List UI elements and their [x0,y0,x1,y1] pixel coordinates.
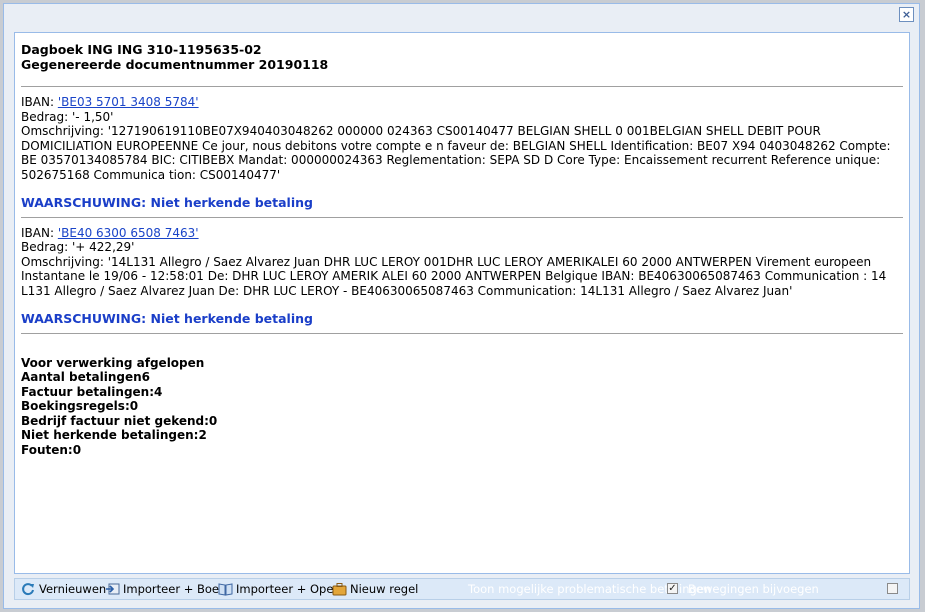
payment-block: IBAN: 'BE40 6300 6508 7463' Bedrag: '+ 4… [21,226,903,327]
book-icon [218,582,233,596]
iban-label: IBAN: [21,95,58,109]
close-icon[interactable]: × [899,7,914,22]
refresh-icon [21,582,36,596]
import-book-button[interactable]: Importeer + Boek [105,582,226,596]
import-open-label: Importeer + Open [236,582,341,596]
document-number: Gegenereerde documentnummer 20190118 [21,56,329,72]
import-dialog: × Dagboek ING ING 310-1195635-02 Gegener… [3,3,920,609]
bottom-toolbar: Vernieuwen Importeer + Boek Importeer + … [14,578,910,600]
iban-label: IBAN: [21,225,58,240]
report-panel: Dagboek ING ING 310-1195635-02 Gegeneree… [14,32,910,574]
summary-line: Niet herkende betalingen:2 [21,428,207,442]
amount: Bedrag: '+ 422,29' [21,240,135,254]
description: Omschrijving: '127190619110BE07X94040304… [21,124,891,182]
refresh-button[interactable]: Vernieuwen [21,582,106,596]
summary-line: Boekingsregels:0 [21,399,139,413]
summary-line: Factuur betalingen:4 [21,384,163,399]
add-movements-checkbox[interactable] [887,583,898,594]
dialog-titlebar: × [4,4,919,28]
new-line-button[interactable]: Nieuw regel [332,582,418,596]
import-open-button[interactable]: Importeer + Open [218,582,341,596]
warning-message: WAARSCHUWING: Niet herkende betaling [21,311,313,326]
journal-title: Dagboek ING ING 310-1195635-02 [21,42,262,57]
add-movements-label: Bewegingen bijvoegen [688,582,819,596]
refresh-label: Vernieuwen [39,582,107,596]
briefcase-icon [332,582,347,596]
divider [21,86,903,87]
new-line-label: Nieuw regel [350,582,419,596]
problematic-payments-checkbox[interactable]: ✓ [667,583,678,594]
iban-link[interactable]: 'BE03 5701 3408 5784' [58,95,199,109]
divider [21,216,903,218]
payment-block: IBAN: 'BE03 5701 3408 5784' Bedrag: '- 1… [21,95,903,211]
import-icon [105,582,120,596]
summary-line: Fouten:0 [21,442,82,457]
summary-line: Bedrijf factuur niet gekend:0 [21,413,218,428]
iban-link[interactable]: 'BE40 6300 6508 7463' [58,226,199,240]
summary-line: Aantal betalingen6 [21,370,151,384]
divider [21,332,903,334]
import-book-label: Importeer + Boek [123,582,226,596]
amount: Bedrag: '- 1,50' [21,109,114,124]
summary-line: Voor verwerking afgelopen [21,355,205,370]
processing-summary: Voor verwerking afgelopen Aantal betalin… [21,356,903,458]
warning-message: WAARSCHUWING: Niet herkende betaling [21,195,313,210]
description: Omschrijving: '14L131 Allegro / Saez Alv… [21,254,887,298]
